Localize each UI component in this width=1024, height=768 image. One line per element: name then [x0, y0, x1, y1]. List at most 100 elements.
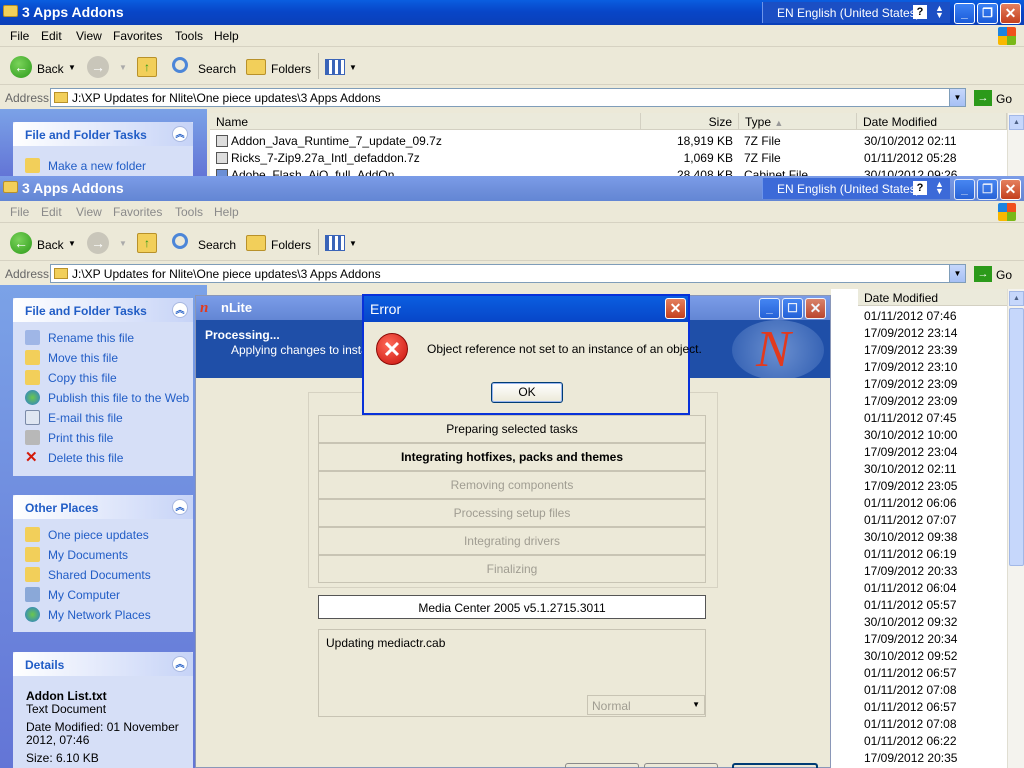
views-dropdown-icon[interactable]: ▼ — [349, 239, 357, 248]
menu-view[interactable]: View — [76, 29, 102, 43]
go-arrow-icon[interactable]: → — [974, 266, 992, 282]
language-bar[interactable]: EN English (United States) ? ▲ ▼ — [762, 178, 950, 199]
error-title-bar[interactable]: Error ✕ — [364, 296, 688, 322]
back-arrow-icon[interactable]: ← — [10, 56, 32, 78]
date-cell[interactable]: 01/11/2012 06:19 — [864, 547, 957, 561]
date-cell[interactable]: 17/09/2012 20:35 — [864, 751, 957, 765]
help-icon[interactable]: ? — [913, 5, 927, 19]
panel-header[interactable]: Other Places ︽ — [13, 495, 193, 519]
vertical-scrollbar[interactable]: ▲ — [1007, 289, 1024, 768]
panel-header[interactable]: Details ︽ — [13, 652, 193, 676]
column-name[interactable]: Name — [210, 113, 641, 130]
close-button[interactable]: ✕ — [805, 298, 826, 319]
title-bar[interactable]: 3 Apps Addons EN English (United States)… — [0, 0, 1024, 25]
panel-header[interactable]: File and Folder Tasks ︽ — [13, 298, 193, 322]
language-options-icon[interactable]: ▲ ▼ — [935, 4, 944, 20]
date-cell[interactable]: 17/09/2012 23:09 — [864, 377, 957, 391]
menu-edit[interactable]: Edit — [41, 29, 62, 43]
panel-header[interactable]: File and Folder Tasks ︽ — [13, 122, 193, 146]
menu-favorites[interactable]: Favorites — [113, 29, 162, 43]
date-cell[interactable]: 30/10/2012 02:11 — [864, 462, 957, 476]
date-cell[interactable]: 30/10/2012 09:32 — [864, 615, 957, 629]
date-cell[interactable]: 17/09/2012 23:09 — [864, 394, 957, 408]
forward-dropdown-icon[interactable]: ▼ — [119, 239, 127, 248]
scroll-up-icon[interactable]: ▲ — [1009, 115, 1024, 130]
title-bar[interactable]: 3 Apps Addons EN English (United States)… — [0, 176, 1024, 201]
date-cell[interactable]: 01/11/2012 06:57 — [864, 666, 957, 680]
column-date[interactable]: Date Modified — [858, 289, 1008, 306]
minimize-button[interactable]: _ — [954, 179, 975, 200]
button-edge[interactable] — [565, 763, 639, 768]
forward-dropdown-icon[interactable]: ▼ — [119, 63, 127, 72]
date-cell[interactable]: 01/11/2012 07:07 — [864, 513, 957, 527]
date-cell[interactable]: 17/09/2012 23:14 — [864, 326, 957, 340]
maximize-button[interactable]: ❐ — [977, 3, 998, 24]
go-button[interactable]: Go — [996, 92, 1012, 106]
date-cell[interactable]: 17/09/2012 23:39 — [864, 343, 957, 357]
address-dropdown-icon[interactable]: ▼ — [949, 89, 965, 106]
address-input[interactable]: J:\XP Updates for Nlite\One piece update… — [50, 88, 966, 107]
button-edge[interactable] — [644, 763, 718, 768]
close-button[interactable]: ✕ — [1000, 3, 1021, 24]
menu-help[interactable]: Help — [214, 29, 239, 43]
date-cell[interactable]: 17/09/2012 20:34 — [864, 632, 957, 646]
folders-icon[interactable] — [246, 59, 266, 75]
vertical-scrollbar[interactable]: ▲ — [1007, 113, 1024, 176]
date-cell[interactable]: 01/11/2012 06:06 — [864, 496, 957, 510]
collapse-icon[interactable]: ︽ — [172, 126, 188, 142]
go-button[interactable]: Go — [996, 268, 1012, 282]
close-button[interactable]: ✕ — [1000, 179, 1021, 200]
menu-favorites[interactable]: Favorites — [113, 205, 162, 219]
date-cell[interactable]: 30/10/2012 09:38 — [864, 530, 957, 544]
column-date[interactable]: Date Modified — [857, 113, 1007, 130]
maximize-button[interactable]: ☐ — [782, 298, 803, 319]
language-bar[interactable]: EN English (United States) ? ▲ ▼ — [762, 2, 950, 23]
date-cell[interactable]: 01/11/2012 07:45 — [864, 411, 957, 425]
folders-icon[interactable] — [246, 235, 266, 251]
menu-file[interactable]: File — [10, 29, 29, 43]
scroll-up-icon[interactable]: ▲ — [1009, 291, 1024, 306]
date-cell[interactable]: 01/11/2012 07:46 — [864, 309, 957, 323]
menu-tools[interactable]: Tools — [175, 29, 203, 43]
back-button[interactable]: Back — [37, 238, 64, 252]
folders-button[interactable]: Folders — [271, 62, 311, 76]
date-cell[interactable]: 01/11/2012 06:04 — [864, 581, 957, 595]
button-edge[interactable] — [732, 763, 818, 768]
up-folder-icon[interactable]: ↑ — [137, 57, 157, 77]
back-dropdown-icon[interactable]: ▼ — [68, 239, 76, 248]
help-icon[interactable]: ? — [913, 181, 927, 195]
address-input[interactable]: J:\XP Updates for Nlite\One piece update… — [50, 264, 966, 283]
date-cell[interactable]: 01/11/2012 05:57 — [864, 598, 957, 612]
up-folder-icon[interactable]: ↑ — [137, 233, 157, 253]
date-cell[interactable]: 17/09/2012 23:10 — [864, 360, 957, 374]
date-cell[interactable]: 17/09/2012 23:05 — [864, 479, 957, 493]
date-cell[interactable]: 01/11/2012 06:57 — [864, 700, 957, 714]
search-icon[interactable] — [172, 233, 188, 249]
date-cell[interactable]: 01/11/2012 06:22 — [864, 734, 957, 748]
column-type[interactable]: Type ▲ — [739, 113, 857, 130]
views-icon[interactable] — [325, 59, 345, 75]
back-button[interactable]: Back — [37, 62, 64, 76]
maximize-button[interactable]: ❐ — [977, 179, 998, 200]
chevron-down-icon[interactable]: ▼ — [692, 700, 700, 709]
collapse-icon[interactable]: ︽ — [172, 656, 188, 672]
go-arrow-icon[interactable]: → — [974, 90, 992, 106]
menu-view[interactable]: View — [76, 205, 102, 219]
views-dropdown-icon[interactable]: ▼ — [349, 63, 357, 72]
forward-arrow-icon[interactable]: → — [87, 232, 109, 254]
views-icon[interactable] — [325, 235, 345, 251]
date-cell[interactable]: 01/11/2012 07:08 — [864, 683, 957, 697]
search-icon[interactable] — [172, 57, 188, 73]
back-dropdown-icon[interactable]: ▼ — [68, 63, 76, 72]
scroll-thumb[interactable] — [1009, 308, 1024, 566]
menu-file[interactable]: File — [10, 205, 29, 219]
address-dropdown-icon[interactable]: ▼ — [949, 265, 965, 282]
forward-arrow-icon[interactable]: → — [87, 56, 109, 78]
menu-help[interactable]: Help — [214, 205, 239, 219]
menu-tools[interactable]: Tools — [175, 205, 203, 219]
search-button[interactable]: Search — [198, 62, 236, 76]
column-size[interactable]: Size — [641, 113, 739, 130]
collapse-icon[interactable]: ︽ — [172, 302, 188, 318]
date-cell[interactable]: 17/09/2012 23:04 — [864, 445, 957, 459]
back-arrow-icon[interactable]: ← — [10, 232, 32, 254]
